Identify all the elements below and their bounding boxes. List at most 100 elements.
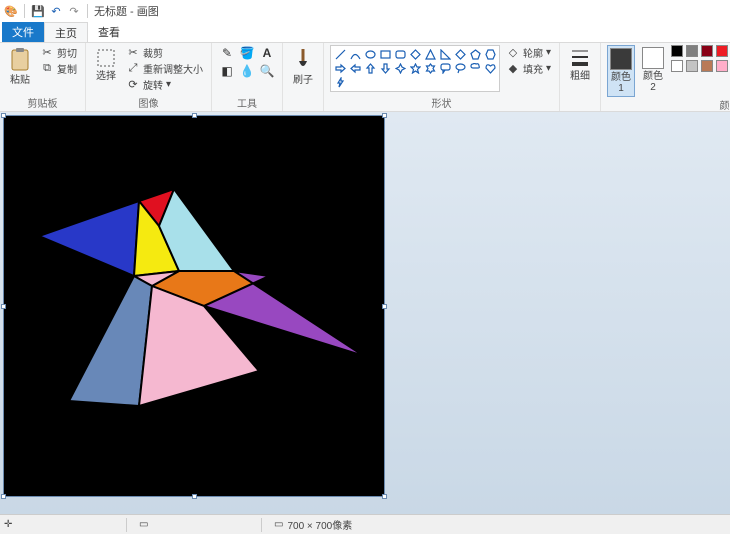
shape-arrow-d[interactable]: [378, 62, 392, 75]
cut-label: 剪切: [57, 45, 77, 60]
shape-polygon[interactable]: [408, 48, 422, 61]
group-size: 粗细: [560, 43, 601, 111]
status-dims-text: 700 × 700像素: [287, 517, 352, 532]
title-bar: 🎨 💾 ↶ ↷ 无标题 - 画图: [0, 0, 730, 22]
group-label-brushes: [289, 95, 317, 109]
shape-oval[interactable]: [363, 48, 377, 61]
size-icon: [570, 47, 590, 69]
cut-button[interactable]: ✂剪切: [38, 45, 79, 60]
group-tools: ✎ 🪣 A ◧ 💧 🔍 工具: [212, 43, 283, 111]
clipboard-icon: [9, 47, 31, 73]
tab-file[interactable]: 文件: [2, 22, 44, 42]
shape-arrow-r[interactable]: [333, 62, 347, 75]
rotate-button[interactable]: ⟳旋转▾: [124, 77, 205, 92]
shape-star5[interactable]: [408, 62, 422, 75]
undo-icon[interactable]: ↶: [49, 4, 63, 18]
fill-tool[interactable]: 🪣: [238, 45, 256, 61]
color1-swatch: [610, 48, 632, 70]
group-label-clipboard: 剪贴板: [6, 95, 79, 109]
resize-handle[interactable]: [192, 113, 197, 118]
shape-callout-oval[interactable]: [453, 62, 467, 75]
fill-icon: ◆: [506, 62, 520, 76]
group-label-tools: 工具: [218, 95, 276, 109]
group-brushes: 刷子: [283, 43, 324, 111]
shape-star6[interactable]: [423, 62, 437, 75]
magnify-tool[interactable]: 🔍: [258, 63, 276, 79]
resize-handle[interactable]: [382, 494, 387, 499]
shape-right-tri[interactable]: [438, 48, 452, 61]
shape-arrow-l[interactable]: [348, 62, 362, 75]
shape-lightning[interactable]: [333, 76, 347, 89]
resize-handle[interactable]: [382, 113, 387, 118]
canvas[interactable]: [4, 116, 384, 496]
resize-handle[interactable]: [192, 494, 197, 499]
shape-hexagon[interactable]: [483, 48, 497, 61]
resize-handle[interactable]: [382, 304, 387, 309]
shape-curve[interactable]: [348, 48, 362, 61]
color2-label: 颜色 2: [641, 71, 665, 93]
shape-rect[interactable]: [378, 48, 392, 61]
color2-button[interactable]: 颜色 2: [639, 45, 667, 95]
redo-icon[interactable]: ↷: [67, 4, 81, 18]
crop-icon: ✂: [126, 46, 140, 60]
color-swatch[interactable]: [671, 60, 683, 72]
color-swatch[interactable]: [686, 60, 698, 72]
tab-view[interactable]: 查看: [88, 22, 130, 42]
color2-swatch: [642, 47, 664, 69]
size-label: 粗细: [570, 71, 590, 82]
brush-button[interactable]: 刷子: [289, 45, 317, 88]
color-swatch[interactable]: [671, 45, 683, 57]
group-image: 选择 ✂裁剪 ⤢重新调整大小 ⟳旋转▾ 图像: [86, 43, 212, 111]
save-icon[interactable]: 💾: [31, 4, 45, 18]
scissors-icon: ✂: [40, 46, 54, 60]
group-shapes: ◇轮廓▾ ◆填充▾ 形状: [324, 43, 560, 111]
shape-callout-rnd[interactable]: [438, 62, 452, 75]
shape-callout-cloud[interactable]: [468, 62, 482, 75]
tab-home[interactable]: 主页: [44, 22, 88, 42]
color-swatch[interactable]: [686, 45, 698, 57]
color-swatch[interactable]: [701, 60, 713, 72]
eraser-tool[interactable]: ◧: [218, 63, 236, 79]
picker-tool[interactable]: 💧: [238, 63, 256, 79]
color-swatch[interactable]: [716, 60, 728, 72]
resize-handle[interactable]: [1, 304, 6, 309]
copy-icon: ⧉: [40, 62, 54, 76]
text-tool[interactable]: A: [258, 45, 276, 61]
shape-triangle[interactable]: [423, 48, 437, 61]
status-sep: [126, 518, 127, 532]
shapes-gallery[interactable]: [330, 45, 500, 92]
paste-button[interactable]: 粘贴: [6, 45, 34, 88]
select-button[interactable]: 选择: [92, 45, 120, 84]
color1-button[interactable]: 颜色 1: [607, 45, 635, 97]
group-label-shapes: 形状: [330, 95, 553, 109]
color-swatch[interactable]: [716, 45, 728, 57]
shape-star4[interactable]: [393, 62, 407, 75]
shape-roundrect[interactable]: [393, 48, 407, 61]
canvas-area[interactable]: [0, 112, 730, 514]
shape-arrow-u[interactable]: [363, 62, 377, 75]
shape-diamond[interactable]: [453, 48, 467, 61]
resize-handle[interactable]: [1, 494, 6, 499]
shape-line[interactable]: [333, 48, 347, 61]
shape-pentagon[interactable]: [468, 48, 482, 61]
resize-icon: ⤢: [126, 62, 140, 76]
crop-label: 裁剪: [143, 45, 163, 60]
resize-button[interactable]: ⤢重新调整大小: [124, 61, 205, 76]
color-palette: [671, 45, 730, 74]
status-bar: ✛ ▭ ▭700 × 700像素: [0, 514, 730, 534]
window-title: 无标题 - 画图: [94, 3, 159, 19]
crosshair-icon: ✛: [4, 519, 12, 530]
crop-button[interactable]: ✂裁剪: [124, 45, 205, 60]
copy-button[interactable]: ⧉复制: [38, 61, 79, 76]
size-button[interactable]: 粗细: [566, 45, 594, 84]
pencil-tool[interactable]: ✎: [218, 45, 236, 61]
ribbon: 粘贴 ✂剪切 ⧉复制 剪贴板 选择 ✂裁剪 ⤢重新调整大小 ⟳旋转▾ 图像: [0, 42, 730, 112]
status-cursor: ✛: [4, 519, 114, 530]
select-icon: [95, 47, 117, 69]
shape-fill-button[interactable]: ◆填充▾: [504, 61, 553, 76]
status-selection: ▭: [139, 519, 249, 530]
color-swatch[interactable]: [701, 45, 713, 57]
shape-heart[interactable]: [483, 62, 497, 75]
resize-handle[interactable]: [1, 113, 6, 118]
shape-outline-button[interactable]: ◇轮廓▾: [504, 45, 553, 60]
